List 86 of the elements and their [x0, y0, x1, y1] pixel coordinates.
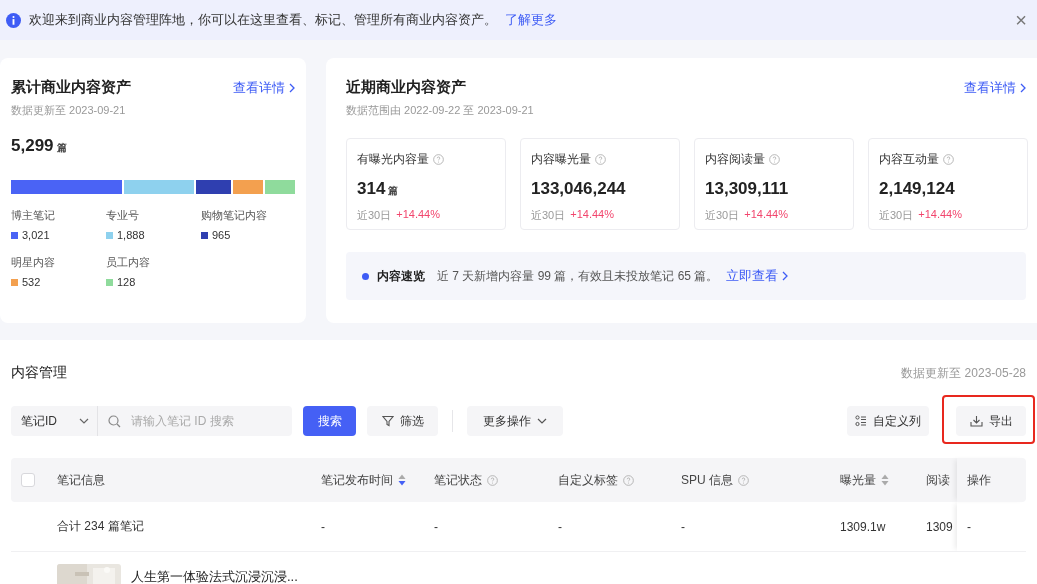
chevron-right-icon — [782, 271, 789, 281]
legend-label: 员工内容 — [106, 255, 151, 270]
table-cell-text: 合计 234 篇笔记 — [57, 518, 145, 535]
sort-icon[interactable] — [881, 474, 889, 486]
date-range: 数据范围由 2022-09-22 至 2023-09-21 — [346, 103, 535, 118]
legend-label: 博主笔记 — [11, 208, 56, 223]
change-value: +14.44% — [570, 208, 614, 222]
column-header: 笔记发布时间 — [321, 471, 393, 489]
search-input[interactable]: 请输入笔记 ID 搜索 — [129, 413, 279, 429]
search-field[interactable]: 请输入笔记 ID 搜索 — [98, 406, 292, 436]
filter-button[interactable]: 筛选 — [367, 406, 438, 436]
sort-icon[interactable] — [398, 474, 406, 486]
period-label: 近30日 — [705, 208, 740, 223]
legend-value: 128 — [117, 276, 136, 288]
table-cell-text: - — [434, 518, 439, 536]
metric-label: 有曝光内容量 — [357, 151, 429, 168]
table-cell-text: - — [558, 518, 563, 536]
unit-label: 篇 — [388, 184, 399, 198]
table-cell-text: - — [681, 518, 686, 536]
change-value: +14.44% — [744, 208, 788, 222]
legend-value: 965 — [212, 229, 231, 241]
legend-value: 1,888 — [117, 229, 145, 241]
metric-label: 内容互动量 — [879, 151, 939, 168]
metric-value: 314 — [357, 179, 386, 199]
field-select[interactable]: 笔记ID — [11, 406, 98, 436]
card-title: 累计商业内容资产 — [11, 78, 131, 97]
view-now-link[interactable]: 立即查看 — [726, 267, 789, 285]
table-cell-text: - — [321, 518, 326, 536]
details-link[interactable]: 查看详情 — [233, 78, 295, 97]
overview-label: 内容速览 — [377, 267, 425, 285]
table-cell-text: 1309 — [926, 518, 954, 536]
chevron-down-icon — [79, 418, 89, 424]
unit-label: 篇 — [56, 141, 67, 155]
select-all-checkbox[interactable] — [21, 473, 35, 487]
help-icon — [769, 154, 780, 165]
learn-more-link[interactable]: 了解更多 — [505, 11, 557, 29]
column-header: 阅读 — [926, 471, 950, 489]
legend-label: 购物笔记内容 — [201, 208, 268, 223]
note-title[interactable]: 人生第一体验法式沉浸沉浸... — [131, 568, 298, 584]
period-label: 近30日 — [531, 208, 566, 223]
columns-icon — [855, 415, 867, 427]
legend-label: 明星内容 — [11, 255, 56, 270]
column-header: 笔记信息 — [57, 471, 105, 489]
close-button[interactable]: × — [1011, 10, 1031, 30]
custom-columns-button[interactable]: 自定义列 — [847, 406, 929, 436]
search-button[interactable]: 搜索 — [303, 406, 356, 436]
legend-value: 3,021 — [22, 229, 50, 241]
column-header: 曝光量 — [840, 471, 876, 489]
update-date: 数据更新至 2023-05-28 — [901, 364, 1026, 382]
update-date: 数据更新至 2023-09-21 — [11, 103, 127, 118]
metric-value: 13,309,111 — [705, 179, 789, 199]
metric-value: 133,046,244 — [531, 179, 626, 199]
chevron-right-icon — [289, 82, 295, 93]
metric-label: 内容曝光量 — [531, 151, 591, 168]
details-link[interactable]: 查看详情 — [964, 78, 1026, 97]
help-icon — [433, 154, 444, 165]
download-icon — [969, 415, 983, 427]
column-header: 操作 — [967, 471, 991, 489]
help-icon — [595, 154, 606, 165]
column-header: SPU 信息 — [681, 471, 733, 489]
help-icon — [943, 154, 954, 165]
column-header: 自定义标签 — [558, 471, 618, 489]
column-header: 笔记状态 — [434, 471, 482, 489]
metric-value: 2,149,124 — [879, 179, 955, 199]
more-actions-button[interactable]: 更多操作 — [467, 406, 563, 436]
chevron-down-icon — [537, 418, 547, 424]
search-icon — [108, 414, 121, 428]
total-count: 5,299 — [11, 136, 54, 156]
period-label: 近30日 — [357, 208, 392, 223]
card-title: 近期商业内容资产 — [346, 78, 466, 97]
chevron-right-icon — [1020, 82, 1026, 93]
metric-label: 内容阅读量 — [705, 151, 765, 168]
period-label: 近30日 — [879, 208, 914, 223]
filter-icon — [381, 415, 394, 427]
table-cell-text: 1309.1w — [840, 518, 887, 536]
info-icon — [6, 12, 21, 28]
export-button[interactable]: 导出 — [956, 406, 1026, 436]
change-value: +14.44% — [396, 208, 440, 222]
legend-value: 532 — [22, 276, 41, 288]
table-cell: - — [957, 502, 1026, 551]
section-title: 内容管理 — [11, 364, 67, 382]
legend-label: 专业号 — [106, 208, 140, 223]
change-value: +14.44% — [918, 208, 962, 222]
overview-text: 近 7 天新增内容量 99 篇，有效且未投放笔记 65 篇。 — [437, 267, 719, 285]
notice-text: 欢迎来到商业内容管理阵地，你可以在这里查看、标记、管理所有商业内容资产。 — [29, 11, 497, 29]
bullet-dot — [362, 272, 369, 280]
